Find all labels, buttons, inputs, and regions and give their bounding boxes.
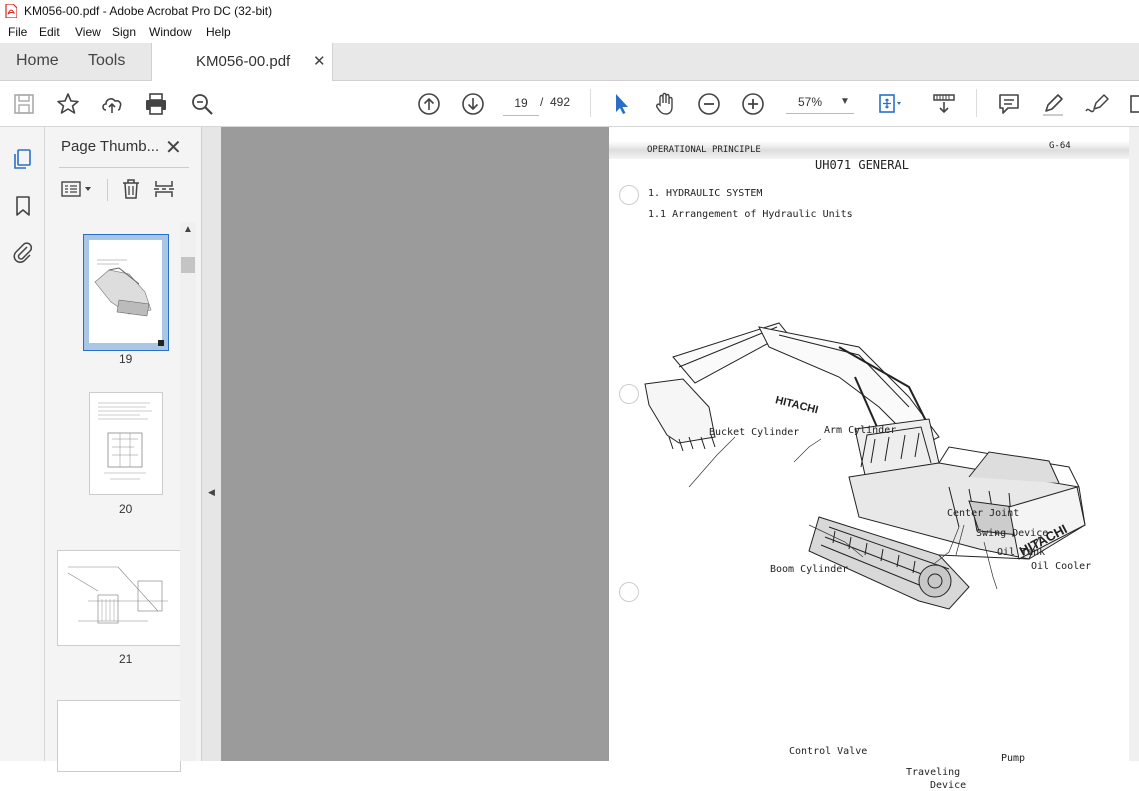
page-up-icon[interactable] bbox=[416, 91, 442, 117]
thumbnail-page-19[interactable] bbox=[83, 234, 169, 351]
close-panel-icon[interactable]: ✕ bbox=[165, 135, 182, 160]
close-tab-icon[interactable]: ✕ bbox=[313, 52, 326, 70]
page-header-left: OPERATIONAL PRINCIPLE bbox=[647, 145, 761, 155]
tab-tools[interactable]: Tools bbox=[88, 52, 125, 70]
document-tab-label: KM056-00.pdf bbox=[196, 53, 291, 70]
scroll-mode-icon[interactable] bbox=[931, 91, 957, 117]
menu-edit[interactable]: Edit bbox=[39, 25, 60, 39]
panel-divider bbox=[59, 167, 189, 168]
thumbnail-label: 21 bbox=[119, 652, 133, 666]
callout-traveling: Traveling bbox=[906, 767, 961, 778]
toolbar-divider bbox=[976, 89, 977, 117]
menu-file[interactable]: File bbox=[8, 25, 27, 39]
page-title: UH071 GENERAL bbox=[815, 158, 909, 172]
callout-bucket-cylinder: Bucket Cylinder bbox=[709, 427, 800, 438]
subsection-heading: 1.1 Arrangement of Hydraulic Units bbox=[648, 209, 853, 220]
sign-icon[interactable] bbox=[1084, 91, 1110, 117]
cloud-upload-icon[interactable] bbox=[99, 91, 125, 117]
page-separator: / bbox=[540, 95, 544, 109]
panel-divider bbox=[107, 179, 108, 201]
punch-hole bbox=[619, 185, 639, 205]
brand-boom-lettering: HITACHI bbox=[774, 394, 819, 416]
callout-boom-cylinder: Boom Cylinder bbox=[770, 564, 849, 575]
attachment-icon[interactable] bbox=[11, 240, 35, 267]
menu-view[interactable]: View bbox=[75, 25, 101, 39]
page-number-input[interactable] bbox=[503, 91, 539, 116]
tab-document[interactable]: KM056-00.pdf ✕ bbox=[151, 43, 333, 81]
thumbnail-page-21[interactable] bbox=[57, 550, 181, 646]
callout-center-joint: Center Joint bbox=[947, 508, 1020, 519]
callout-oil-cooler: Oil Cooler bbox=[1031, 561, 1092, 572]
star-icon[interactable] bbox=[55, 91, 81, 117]
panel-splitter[interactable]: ◀ bbox=[201, 127, 222, 761]
highlight-pen-icon[interactable] bbox=[1040, 91, 1066, 117]
page-down-icon[interactable] bbox=[460, 91, 486, 117]
acrobat-app-icon bbox=[5, 4, 17, 18]
page-thumbnails-icon[interactable] bbox=[11, 147, 35, 174]
delete-page-icon[interactable] bbox=[120, 178, 142, 203]
print-icon[interactable] bbox=[143, 91, 169, 117]
save-icon[interactable] bbox=[11, 91, 37, 117]
thumbnails-panel: Page Thumb... ✕ 19 20 21 ▲ bbox=[45, 127, 202, 772]
tab-home[interactable]: Home bbox=[16, 52, 59, 70]
fit-page-icon[interactable] bbox=[876, 91, 902, 117]
zoom-search-icon[interactable] bbox=[189, 91, 215, 117]
bookmark-icon[interactable] bbox=[11, 194, 35, 221]
thumbnail-image bbox=[89, 240, 162, 343]
pdf-page: OPERATIONAL PRINCIPLE G-64 UH071 GENERAL… bbox=[609, 127, 1129, 791]
comment-icon[interactable] bbox=[996, 91, 1022, 117]
thumbnail-resize-handle[interactable] bbox=[158, 340, 164, 346]
callout-device: Device bbox=[930, 780, 967, 791]
zoom-out-icon[interactable] bbox=[696, 91, 722, 117]
chevron-down-icon: ▼ bbox=[840, 96, 850, 107]
more-tools-icon[interactable] bbox=[1127, 91, 1139, 117]
callout-arm-cylinder: Arm Cylinder bbox=[824, 425, 897, 436]
toolbar: / 492 57% ▼ bbox=[0, 81, 1139, 127]
title-bar: KM056-00.pdf - Adobe Acrobat Pro DC (32-… bbox=[0, 0, 1139, 22]
page-number-label: G-64 bbox=[1049, 141, 1071, 151]
menu-sign[interactable]: Sign bbox=[112, 25, 136, 39]
thumbnail-page-22[interactable] bbox=[57, 700, 181, 772]
thumbnail-label: 19 bbox=[119, 352, 133, 366]
thumbnail-page-20[interactable] bbox=[89, 392, 163, 495]
document-scrollbar[interactable] bbox=[1129, 127, 1139, 761]
scroll-up-icon[interactable]: ▲ bbox=[183, 224, 193, 235]
thumbnail-options-icon[interactable] bbox=[61, 179, 95, 202]
section-heading: 1. HYDRAULIC SYSTEM bbox=[648, 188, 763, 199]
menu-help[interactable]: Help bbox=[206, 25, 231, 39]
excavator-diagram: HITACHI HITACHI bbox=[644, 322, 1086, 610]
callout-pump: Pump bbox=[1001, 753, 1026, 764]
menu-window[interactable]: Window bbox=[149, 25, 192, 39]
callout-swing-device: Swing Device bbox=[976, 528, 1049, 539]
callout-oil-tank: Oil Tank bbox=[997, 547, 1046, 558]
zoom-value: 57% bbox=[798, 95, 823, 109]
extract-pages-icon[interactable] bbox=[153, 178, 177, 203]
hand-tool-icon[interactable] bbox=[652, 91, 678, 117]
select-cursor-icon[interactable] bbox=[608, 91, 634, 117]
window-title: KM056-00.pdf - Adobe Acrobat Pro DC (32-… bbox=[24, 4, 273, 18]
collapse-panel-icon[interactable]: ◀ bbox=[208, 487, 215, 498]
panel-title: Page Thumb... bbox=[61, 138, 160, 155]
navigation-rail bbox=[0, 127, 45, 761]
toolbar-divider bbox=[590, 89, 591, 117]
menu-bar: File Edit View Sign Window Help bbox=[0, 22, 1139, 43]
scrollbar-thumb[interactable] bbox=[181, 257, 195, 273]
zoom-select[interactable]: 57% ▼ bbox=[786, 91, 854, 114]
thumbnail-label: 20 bbox=[119, 502, 133, 516]
page-total: 492 bbox=[550, 95, 571, 109]
zoom-in-icon[interactable] bbox=[740, 91, 766, 117]
thumbnail-scrollbar[interactable]: ▲ bbox=[180, 222, 196, 761]
callout-control-valve: Control Valve bbox=[789, 746, 868, 757]
